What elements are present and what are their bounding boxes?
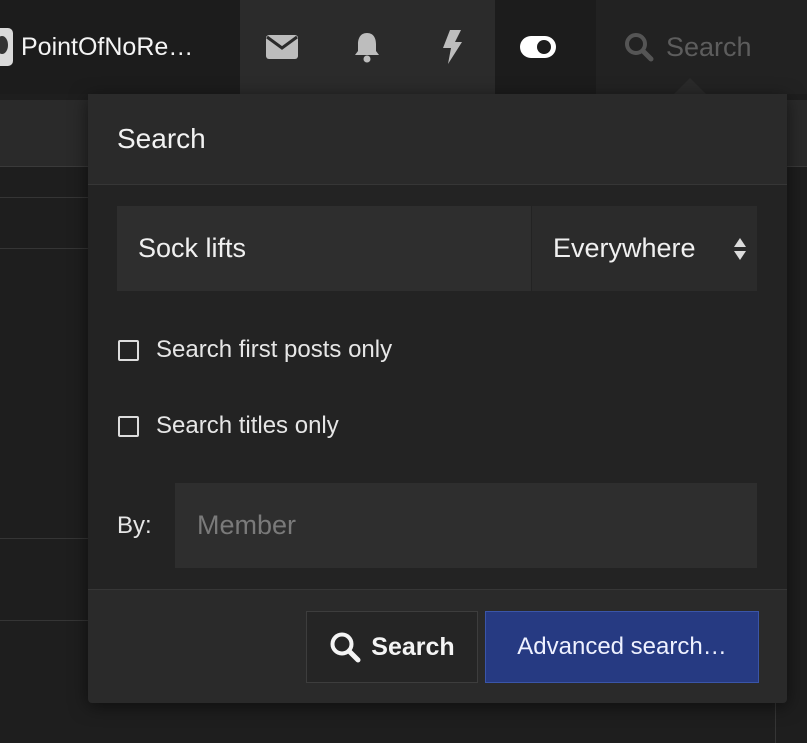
first-posts-option[interactable]: Search first posts only — [118, 336, 392, 364]
search-keywords-value: Sock lifts — [138, 233, 247, 263]
search-button[interactable]: Search — [306, 611, 478, 683]
divider — [0, 197, 88, 198]
advanced-search-label: Advanced search… — [517, 633, 727, 660]
divider — [0, 248, 88, 249]
select-arrows-icon — [734, 237, 746, 260]
toggle-icon — [519, 36, 556, 58]
search-scope-select[interactable]: Everywhere — [532, 206, 757, 291]
inbox-button[interactable] — [250, 0, 314, 94]
nav-icon-group — [240, 0, 495, 94]
divider — [0, 538, 88, 539]
member-filter-row: By: Member — [117, 483, 757, 568]
menu-caret — [674, 78, 706, 94]
advanced-search-button[interactable]: Advanced search… — [485, 611, 759, 683]
whats-new-button[interactable] — [420, 0, 484, 94]
search-button-label: Search — [371, 632, 455, 661]
search-icon — [625, 33, 654, 62]
user-menu[interactable]: PointOfNoRe… — [0, 0, 240, 94]
member-filter-label: By: — [117, 511, 152, 539]
member-input[interactable]: Member — [175, 483, 757, 568]
search-scope-value: Everywhere — [553, 233, 696, 263]
search-keywords-row: Sock lifts Everywhere — [117, 206, 757, 291]
first-posts-label[interactable]: Search first posts only — [156, 336, 392, 364]
bolt-icon — [443, 30, 462, 64]
search-trigger-label: Search — [666, 31, 752, 62]
divider — [0, 620, 88, 621]
username[interactable]: PointOfNoRe… — [21, 33, 193, 62]
search-menu-title: Search — [117, 123, 206, 154]
bell-icon — [355, 33, 379, 63]
first-posts-checkbox[interactable] — [118, 339, 139, 361]
titles-only-label[interactable]: Search titles only — [156, 412, 339, 440]
envelope-icon — [266, 35, 298, 59]
search-menu-footer: Search Advanced search… — [88, 589, 787, 703]
search-menu-header: Search — [88, 94, 787, 185]
search-menu: Search Sock lifts Everywhere Search firs… — [88, 94, 787, 703]
search-icon — [330, 632, 361, 663]
avatar[interactable] — [0, 28, 13, 66]
style-toggle-button[interactable] — [495, 0, 580, 94]
search-keywords-input[interactable]: Sock lifts — [117, 206, 532, 291]
titles-only-checkbox[interactable] — [118, 415, 139, 437]
member-placeholder: Member — [197, 510, 297, 540]
titles-only-option[interactable]: Search titles only — [118, 412, 339, 440]
alerts-button[interactable] — [335, 0, 399, 94]
